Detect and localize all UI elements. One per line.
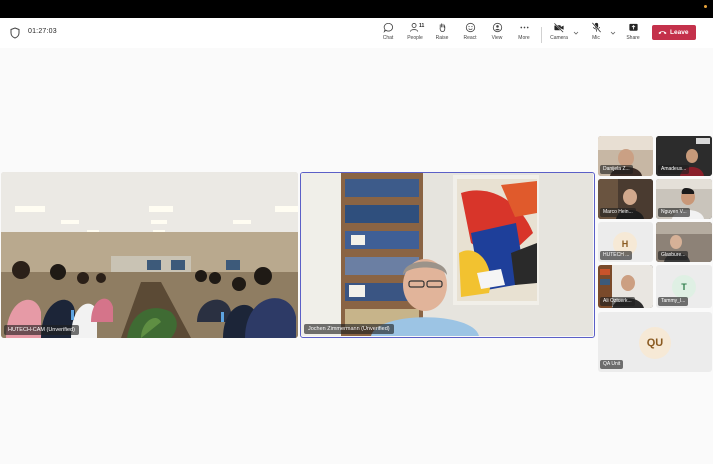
more-label: More (518, 35, 530, 41)
recording-dot (704, 5, 707, 8)
avatar-tile-qa-unit[interactable]: QU QA Unit (598, 312, 712, 372)
participant-name-label: Jochen Zimmermann (Unverified) (304, 324, 394, 334)
avatar-tile-hutech[interactable]: H HUTECH ... (598, 222, 653, 262)
raise-label: Raise (435, 35, 449, 41)
video-tile-glasbure[interactable]: Glasbure... (656, 222, 712, 262)
participant-name-label: Amadeus... (658, 165, 690, 174)
view-label: View (491, 35, 503, 41)
leave-label: Leave (670, 29, 689, 36)
camera-options-chevron-down-icon[interactable] (573, 30, 579, 36)
screen-top-bar (0, 0, 713, 18)
smiley-icon (465, 22, 475, 33)
react-button[interactable]: React (455, 22, 485, 46)
toolbar-divider (541, 27, 542, 43)
conference-room-video (1, 172, 298, 338)
video-tile-amadeus[interactable]: Amadeus... (656, 136, 712, 176)
participant-name-label: Ali Oztuerk... (600, 297, 635, 306)
speaker-video (301, 173, 593, 336)
mic-button[interactable]: Mic (581, 22, 611, 46)
share-button[interactable]: Share (618, 22, 648, 46)
raise-hand-button[interactable]: Raise (427, 22, 457, 46)
meeting-timer: 01:27:03 (28, 28, 57, 35)
participant-name-label: QA Unit (600, 360, 624, 369)
mic-off-icon (591, 22, 601, 33)
participant-name-label: Danijela Z... (600, 165, 633, 174)
view-icon (492, 22, 502, 33)
phone-hangup-icon (658, 31, 667, 35)
participant-name-label: HUTECH ... (600, 251, 633, 260)
participant-name-label: Glasbure... (658, 251, 689, 260)
participant-name-label: Tammy_I... (658, 297, 689, 306)
share-icon (628, 23, 638, 31)
chat-icon (383, 22, 393, 33)
video-tile-marco-hein[interactable]: Marco Hein... (598, 179, 653, 219)
leave-button[interactable]: Leave (652, 25, 696, 40)
avatar-tile-tammy[interactable]: T Tammy_I... (656, 265, 712, 308)
avatar: QU (639, 327, 671, 359)
camera-off-icon (553, 22, 564, 33)
more-button[interactable]: More (509, 22, 539, 46)
people-count: 11 (419, 23, 425, 29)
mic-label: Mic (592, 35, 600, 41)
react-label: React (463, 35, 477, 41)
video-tile-nguyen[interactable]: Nguyen V... (656, 179, 712, 219)
hand-icon (439, 23, 445, 33)
camera-label: Camera (550, 35, 568, 41)
people-label: People (407, 35, 423, 41)
video-tile-danijela[interactable]: Danijela Z... (598, 136, 653, 176)
shield-icon (10, 27, 20, 39)
view-button[interactable]: View (482, 22, 512, 46)
video-tile-jochen-zimmermann[interactable]: Jochen Zimmermann (Unverified) (300, 172, 595, 338)
participant-name-label: HUTECH-CAM (Unverified) (4, 325, 79, 335)
chat-button[interactable]: Chat (373, 22, 403, 46)
people-button[interactable]: 11 People (400, 22, 430, 46)
camera-button[interactable]: Camera (544, 22, 574, 46)
meeting-toolbar: 01:27:03 Chat 11 People Raise React View… (0, 18, 713, 48)
mic-options-chevron-down-icon[interactable] (610, 30, 616, 36)
chat-label: Chat (382, 35, 394, 41)
video-tile-ali-oztuerk[interactable]: Ali Oztuerk... (598, 265, 653, 308)
avatar: T (672, 275, 696, 299)
participant-name-label: Nguyen V... (658, 208, 690, 217)
participant-name-label: Marco Hein... (600, 208, 636, 217)
share-label: Share (626, 35, 640, 41)
video-tile-hutech-cam[interactable]: HUTECH-CAM (Unverified) (1, 172, 298, 338)
more-icon (519, 26, 529, 29)
